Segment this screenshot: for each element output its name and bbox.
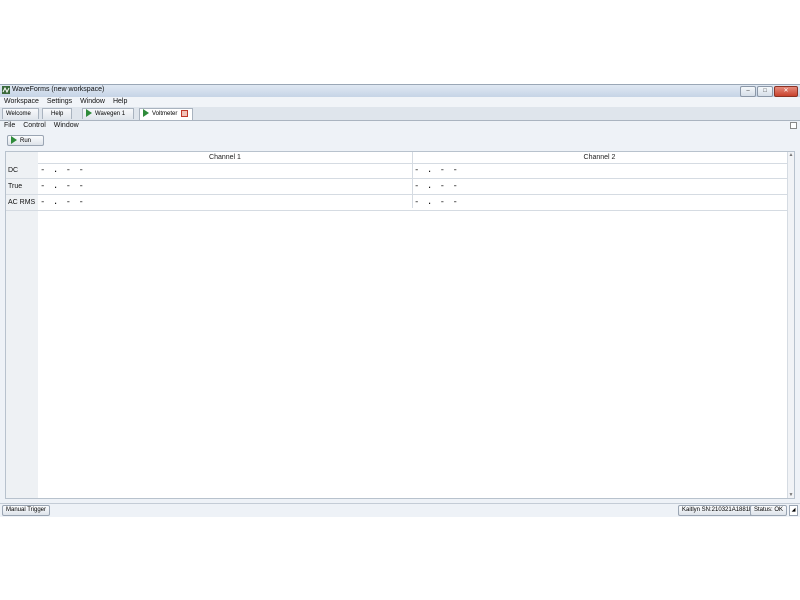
resize-grip-icon[interactable]: ◢ (789, 505, 798, 516)
minimize-button[interactable]: – (740, 86, 756, 97)
tab-voltmeter[interactable]: Voltmeter (139, 108, 193, 120)
status-badge[interactable]: Status: OK (750, 505, 788, 516)
menu-settings[interactable]: Settings (44, 97, 75, 107)
channel-2-dc-value: - . - - (414, 165, 459, 175)
tab-wavegen-1[interactable]: Wavegen 1 (82, 108, 134, 128)
play-icon (143, 109, 149, 118)
tab-wavegen-label: Wavegen 1 (95, 111, 126, 117)
row-label-true-rms: True RMS (8, 179, 38, 205)
vertical-scrollbar[interactable]: ▲ ▼ (787, 152, 794, 498)
manual-trigger-button[interactable]: Manual Trigger (2, 505, 51, 516)
menu-instrument-window[interactable]: Window (51, 121, 82, 130)
tab-welcome-label: Welcome (6, 111, 31, 117)
window-title: WaveForms (new workspace) (12, 86, 105, 93)
instrument-menubar: File Control Window (0, 121, 800, 130)
close-button[interactable]: ✕ (774, 86, 798, 97)
channel-1-dc-value: - . - - (40, 165, 85, 175)
run-button[interactable]: Run (7, 135, 44, 146)
app-window: WaveForms (new workspace) – □ ✕ Workspac… (0, 84, 800, 517)
scroll-up-icon[interactable]: ▲ (788, 152, 794, 158)
title-bar: WaveForms (new workspace) – □ ✕ (0, 85, 800, 97)
channel-1-true-rms-value: - . - - (40, 181, 85, 191)
channel-2-ac-rms-value: - . - - (414, 197, 459, 207)
menu-file[interactable]: File (1, 121, 18, 130)
column-header-channel-2: Channel 2 (583, 154, 616, 161)
menu-help[interactable]: Help (110, 97, 130, 107)
toolbar: Run (0, 130, 800, 150)
window-controls: – □ ✕ (739, 86, 798, 97)
voltmeter-panel: Channel 1 Channel 2 DC - . - - - . - - T… (5, 151, 795, 499)
channel-2-true-rms-value: - . - - (414, 181, 459, 191)
play-icon (11, 136, 17, 145)
tab-welcome[interactable]: Welcome+ (2, 108, 39, 128)
waveforms-app-icon (2, 86, 10, 94)
play-icon (86, 109, 92, 118)
column-divider (412, 152, 413, 208)
run-label: Run (20, 138, 32, 144)
tab-help[interactable]: Help (42, 108, 72, 119)
status-bar: Manual Trigger Kaitlyn SN:210321A1881E S… (0, 503, 800, 516)
instrument-tabbar: Welcome+ Help Wavegen 1 Voltmeter (0, 107, 800, 128)
main-menubar: Workspace Settings Window Help (0, 97, 800, 107)
menu-window[interactable]: Window (77, 97, 108, 107)
menu-control[interactable]: Control (20, 121, 49, 130)
row-label-ac-rms: AC RMS (8, 195, 38, 210)
tab-close-icon[interactable] (181, 109, 189, 117)
table-row: AC RMS - . - - - . - - (6, 195, 787, 211)
table-row: DC - . - - - . - - (6, 163, 787, 179)
table-row: True RMS - . - - - . - - (6, 179, 787, 205)
menu-workspace[interactable]: Workspace (1, 97, 42, 107)
tab-help-label: Help (51, 111, 64, 117)
column-header-channel-1: Channel 1 (209, 154, 241, 161)
maximize-button[interactable]: □ (757, 86, 773, 97)
channel-1-ac-rms-value: - . - - (40, 197, 85, 207)
tab-voltmeter-label: Voltmeter (152, 111, 178, 117)
row-label-dc: DC (8, 163, 38, 178)
expand-icon[interactable] (790, 122, 797, 129)
device-button[interactable]: Kaitlyn SN:210321A1881E (678, 505, 758, 516)
scroll-down-icon[interactable]: ▼ (788, 492, 794, 498)
